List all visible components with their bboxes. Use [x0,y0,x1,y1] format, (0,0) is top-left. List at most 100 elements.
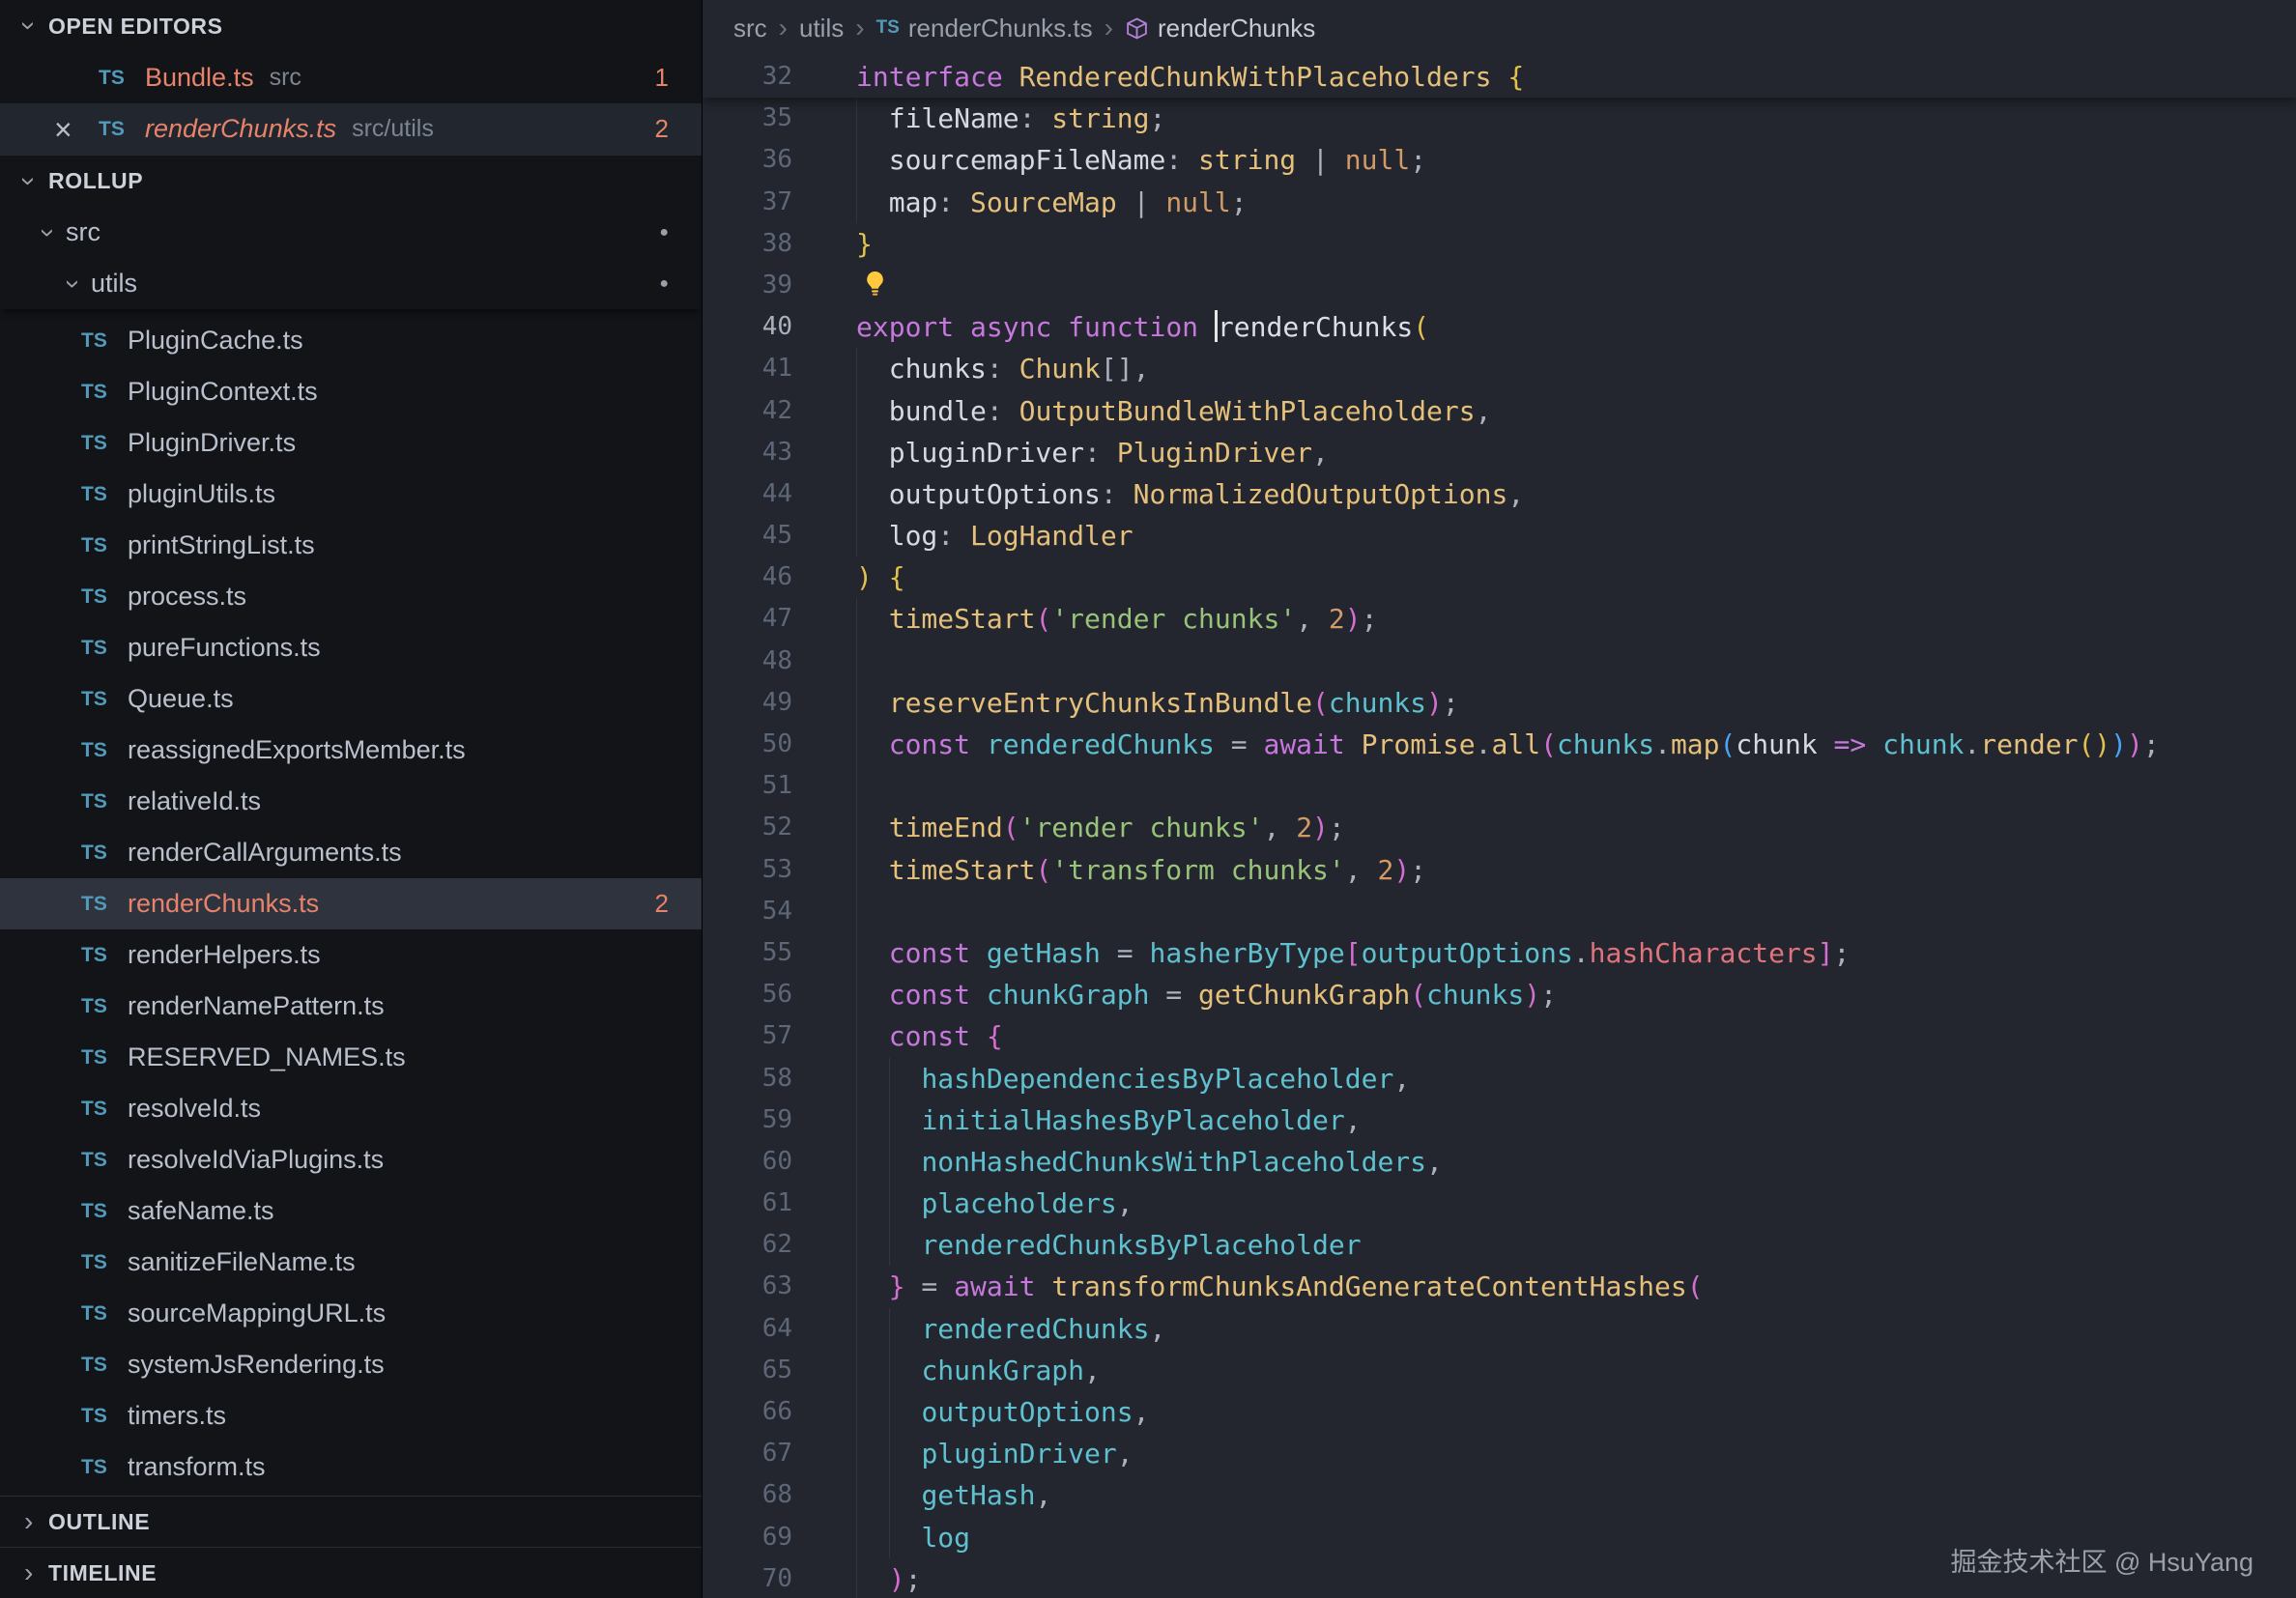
line-number[interactable]: 48 [703,641,792,682]
tree-file[interactable]: TSsourceMappingURL.ts [0,1288,702,1339]
code-line[interactable]: 64 renderedChunks, [703,1308,2296,1350]
tree-file[interactable]: TSresolveId.ts [0,1083,702,1134]
code-line[interactable]: 56 const chunkGraph = getChunkGraph(chun… [703,974,2296,1015]
code-line[interactable]: 55 const getHash = hasherByType[outputOp… [703,932,2296,974]
code-line[interactable]: 65 chunkGraph, [703,1350,2296,1391]
outline-header[interactable]: › OUTLINE [0,1496,702,1547]
line-number[interactable]: 58 [703,1058,792,1099]
line-number[interactable]: 62 [703,1224,792,1266]
code-line[interactable]: 57 const { [703,1015,2296,1057]
line-number[interactable]: 40 [703,306,792,348]
tree-folder[interactable]: ›utils● [0,258,702,309]
open-editor-item[interactable]: TSBundle.tssrc1 [0,52,702,103]
code-line[interactable]: 38} [703,223,2296,265]
tree-file[interactable]: TSrenderChunks.ts2 [0,878,702,929]
tree-file[interactable]: TSsystemJsRendering.ts [0,1339,702,1390]
line-number[interactable]: 38 [703,223,792,265]
line-number[interactable]: 35 [703,98,792,139]
line-number[interactable]: 37 [703,182,792,223]
line-number[interactable]: 50 [703,724,792,765]
code-line[interactable]: 50 const renderedChunks = await Promise.… [703,724,2296,765]
tree-folder[interactable]: ›src● [0,207,702,258]
code-line[interactable]: 40export async function renderChunks( [703,306,2296,348]
code-line[interactable]: 59 initialHashesByPlaceholder, [703,1099,2296,1141]
tree-file[interactable]: TSPluginCache.ts [0,315,702,366]
line-number[interactable]: 68 [703,1474,792,1516]
breadcrumb-item[interactable]: utils [799,14,844,43]
line-number[interactable]: 53 [703,849,792,891]
tree-file[interactable]: TSsanitizeFileName.ts [0,1237,702,1288]
line-number[interactable]: 49 [703,682,792,724]
code-line[interactable]: 68 getHash, [703,1474,2296,1516]
line-number[interactable]: 57 [703,1015,792,1057]
line-number[interactable]: 60 [703,1141,792,1183]
tree-file[interactable]: TSreassignedExportsMember.ts [0,725,702,776]
line-number[interactable]: 69 [703,1517,792,1558]
line-number[interactable]: 70 [703,1558,792,1598]
close-icon[interactable]: × [54,114,99,145]
tree-file[interactable]: TSsafeName.ts [0,1185,702,1237]
code-line[interactable]: 60 nonHashedChunksWithPlaceholders, [703,1141,2296,1183]
tree-file[interactable]: TSPluginDriver.ts [0,417,702,469]
code-line[interactable]: 37 map: SourceMap | null; [703,182,2296,223]
tree-file[interactable]: TSrenderCallArguments.ts [0,827,702,878]
code-line[interactable]: 44 outputOptions: NormalizedOutputOption… [703,473,2296,515]
code-line[interactable]: 47 timeStart('render chunks', 2); [703,598,2296,640]
tree-file[interactable]: TSrelativeId.ts [0,776,702,827]
tree-file[interactable]: TSprocess.ts [0,571,702,622]
tree-file[interactable]: TStransform.ts [0,1441,702,1493]
code-line[interactable]: 52 timeEnd('render chunks', 2); [703,807,2296,848]
line-number[interactable]: 44 [703,473,792,515]
open-editors-header[interactable]: › OPEN EDITORS [0,0,702,52]
code-line[interactable]: 51 [703,765,2296,807]
timeline-header[interactable]: › TIMELINE [0,1547,702,1598]
tree-file[interactable]: TSpureFunctions.ts [0,622,702,673]
line-number[interactable]: 45 [703,515,792,556]
line-number[interactable]: 51 [703,765,792,807]
line-number[interactable]: 64 [703,1308,792,1350]
code-line[interactable]: 41 chunks: Chunk[], [703,348,2296,389]
tree-file[interactable]: TStimers.ts [0,1390,702,1441]
tree-file[interactable]: TSrenderHelpers.ts [0,929,702,981]
line-number[interactable]: 32 [703,56,792,98]
breadcrumb-item[interactable]: TSrenderChunks.ts [876,14,1093,43]
code-line[interactable]: 42 bundle: OutputBundleWithPlaceholders, [703,390,2296,432]
code-line[interactable]: 54 [703,891,2296,932]
line-number[interactable]: 67 [703,1433,792,1474]
code-line[interactable]: 45 log: LogHandler [703,515,2296,556]
lightbulb-icon[interactable] [860,270,890,300]
code-line[interactable]: 32interface RenderedChunkWithPlaceholder… [703,56,2296,98]
code-line[interactable]: 39 [703,265,2296,306]
code-line[interactable]: 63 } = await transformChunksAndGenerateC… [703,1266,2296,1307]
open-editor-item[interactable]: ×TSrenderChunks.tssrc/utils2 [0,103,702,155]
project-header[interactable]: › ROLLUP [0,155,702,207]
line-number[interactable]: 46 [703,556,792,598]
code-line[interactable]: 66 outputOptions, [703,1391,2296,1433]
tree-file[interactable]: TSrenderNamePattern.ts [0,981,702,1032]
line-number[interactable]: 56 [703,974,792,1015]
code-line[interactable]: 61 placeholders, [703,1183,2296,1224]
breadcrumb-item[interactable]: renderChunks [1125,14,1315,43]
line-number[interactable]: 47 [703,598,792,640]
tree-file[interactable]: TSpluginUtils.ts [0,469,702,520]
breadcrumb-item[interactable]: src [733,14,767,43]
line-number[interactable]: 59 [703,1099,792,1141]
line-number[interactable]: 42 [703,390,792,432]
line-number[interactable]: 66 [703,1391,792,1433]
line-number[interactable]: 41 [703,348,792,389]
line-number[interactable]: 55 [703,932,792,974]
line-number[interactable]: 52 [703,807,792,848]
line-number[interactable]: 36 [703,139,792,181]
tree-file[interactable]: TSresolveIdViaPlugins.ts [0,1134,702,1185]
code-line[interactable]: 35 fileName: string; [703,98,2296,139]
code-line[interactable]: 58 hashDependenciesByPlaceholder, [703,1058,2296,1099]
code-line[interactable]: 67 pluginDriver, [703,1433,2296,1474]
code-line[interactable]: 46) { [703,556,2296,598]
code-line[interactable]: 62 renderedChunksByPlaceholder [703,1224,2296,1266]
line-number[interactable]: 39 [703,265,792,306]
tree-file[interactable]: TSPluginContext.ts [0,366,702,417]
code-line[interactable]: 49 reserveEntryChunksInBundle(chunks); [703,682,2296,724]
code-line[interactable]: 48 [703,641,2296,682]
code-line[interactable]: 43 pluginDriver: PluginDriver, [703,432,2296,473]
line-number[interactable]: 61 [703,1183,792,1224]
